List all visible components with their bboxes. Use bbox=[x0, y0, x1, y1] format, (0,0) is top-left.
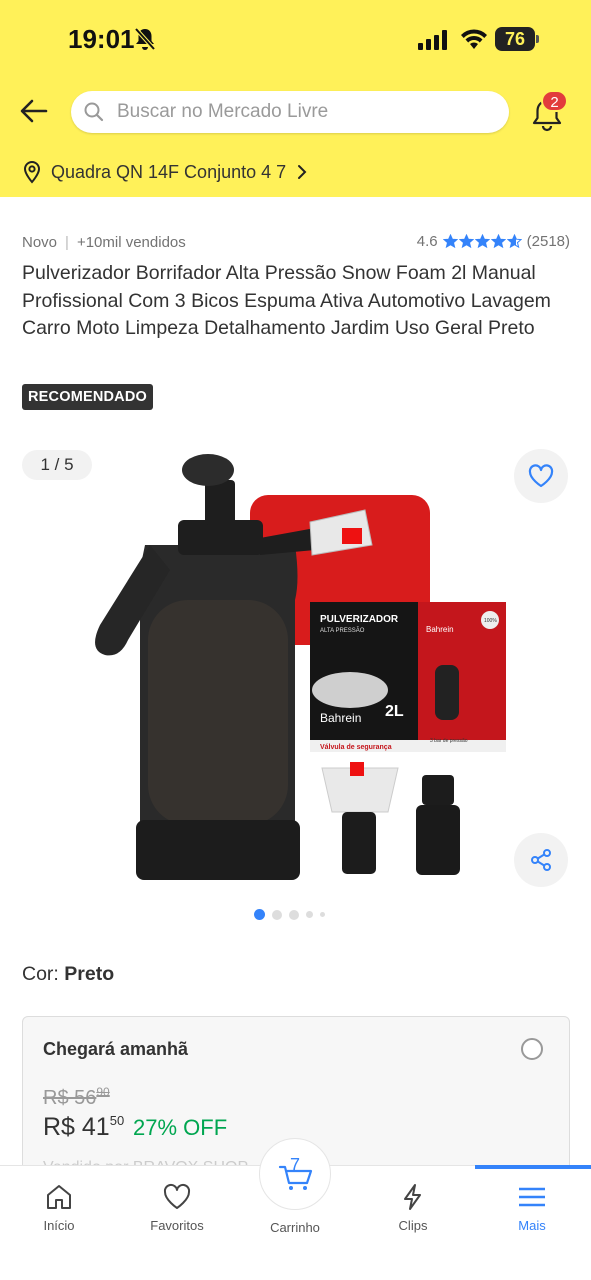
cart-button[interactable]: 7 bbox=[259, 1138, 331, 1210]
accessory-black-base bbox=[342, 812, 376, 874]
nav-mais[interactable]: Mais bbox=[482, 1182, 582, 1233]
star-icon bbox=[458, 234, 474, 249]
signal-icon bbox=[418, 30, 447, 50]
condition-sold: Novo | +10mil vendidos bbox=[22, 234, 186, 251]
carousel-dot[interactable] bbox=[306, 911, 313, 918]
bottle-base bbox=[136, 820, 300, 880]
condition-label: Novo bbox=[22, 234, 58, 251]
star-icon bbox=[474, 234, 490, 249]
accessory-nozzle-body bbox=[416, 805, 460, 875]
recommended-badge: RECOMENDADO bbox=[22, 384, 154, 410]
box-capacity: 2L bbox=[385, 703, 404, 720]
color-value: Preto bbox=[64, 963, 115, 985]
nav-carrinho[interactable]: Carrinho bbox=[245, 1214, 345, 1235]
back-arrow-icon[interactable] bbox=[18, 95, 50, 127]
box-title: PULVERIZADOR bbox=[320, 614, 399, 625]
nozzle-tip bbox=[342, 528, 362, 544]
box-pressure: 3 bar de pressão bbox=[430, 738, 468, 744]
product-title: Pulverizador Borrifador Alta Pressão Sno… bbox=[22, 262, 551, 339]
sold-count: +10mil vendidos bbox=[76, 234, 186, 251]
carousel-dot[interactable] bbox=[320, 912, 325, 917]
clips-icon bbox=[404, 1184, 421, 1210]
box-car bbox=[312, 672, 388, 708]
shipping-radio[interactable] bbox=[521, 1038, 543, 1060]
original-price: R$ 5690 bbox=[43, 1085, 110, 1110]
rating-stars bbox=[442, 234, 523, 249]
share-button[interactable] bbox=[514, 833, 568, 887]
share-icon bbox=[531, 849, 551, 871]
notification-badge: 2 bbox=[541, 90, 568, 112]
review-count: (2518) bbox=[526, 233, 570, 250]
cart-icon bbox=[278, 1165, 313, 1190]
product-image[interactable]: PULVERIZADOR ALTA PRESSÃO Bahrein 100% B… bbox=[80, 450, 510, 890]
nav-label-active: Mais bbox=[518, 1218, 546, 1233]
active-tab-indicator bbox=[475, 1165, 591, 1169]
star-icon bbox=[506, 234, 522, 249]
bottle-tint bbox=[148, 600, 288, 825]
color-selector: Cor: Preto bbox=[22, 963, 114, 986]
current-price: R$ 4150 bbox=[43, 1113, 124, 1142]
search-icon bbox=[84, 102, 104, 122]
nav-label: Favoritos bbox=[150, 1218, 204, 1233]
original-price-int: R$ 56 bbox=[43, 1087, 97, 1109]
accessory-red-tip bbox=[350, 762, 364, 776]
star-icon bbox=[442, 234, 458, 249]
favorite-button[interactable] bbox=[514, 449, 568, 503]
box-brand: Bahrein bbox=[320, 711, 361, 725]
search-input[interactable] bbox=[117, 91, 497, 133]
heart-icon bbox=[163, 1183, 191, 1209]
rating-summary[interactable]: 4.6 (2518) bbox=[417, 233, 570, 250]
heart-icon bbox=[528, 464, 554, 488]
pump-stem bbox=[205, 480, 235, 525]
menu-icon bbox=[519, 1187, 545, 1207]
status-time: 19:01 bbox=[68, 24, 135, 54]
header: 19:01 76 Buscar no Mercado Livre 2 Quadr… bbox=[0, 0, 591, 197]
wifi-icon bbox=[461, 29, 487, 49]
original-price-cents: 90 bbox=[96, 1085, 110, 1099]
search-bar[interactable] bbox=[71, 91, 509, 133]
address-selector[interactable]: Quadra QN 14F Conjunto 4 7 bbox=[22, 156, 309, 188]
carousel-dot[interactable] bbox=[272, 909, 282, 920]
bell-off-icon bbox=[134, 27, 156, 51]
box-subtitle: ALTA PRESSÃO bbox=[320, 627, 365, 634]
color-label: Cor: bbox=[22, 963, 59, 985]
current-price-cents: 50 bbox=[109, 1113, 125, 1128]
battery-indicator: 76 bbox=[495, 27, 539, 51]
carousel-dots bbox=[254, 909, 332, 920]
current-price-int: R$ 41 bbox=[43, 1113, 110, 1141]
location-pin-icon bbox=[23, 160, 41, 184]
address-text: Quadra QN 14F Conjunto 4 7 bbox=[51, 161, 287, 182]
delivery-title: Chegará amanhã bbox=[43, 1039, 189, 1059]
star-icon bbox=[490, 234, 506, 249]
meta-divider: | bbox=[65, 234, 69, 251]
battery-cap bbox=[536, 35, 539, 43]
pump-knob bbox=[182, 454, 234, 486]
nav-label: Início bbox=[43, 1218, 75, 1233]
battery-level: 76 bbox=[495, 27, 535, 51]
status-bar: 19:01 76 bbox=[0, 0, 591, 80]
box-bottle bbox=[435, 665, 459, 720]
box-seal-text: 100% bbox=[484, 618, 497, 624]
carousel-dot[interactable] bbox=[289, 909, 299, 920]
rating-value: 4.6 bbox=[416, 233, 438, 250]
pump-cap bbox=[178, 520, 263, 555]
product-page: 19:01 76 Buscar no Mercado Livre 2 Quadr… bbox=[0, 0, 591, 1280]
accessory-nozzle-top bbox=[422, 775, 454, 805]
carousel-dot-active[interactable] bbox=[254, 909, 265, 920]
nav-label: Clips bbox=[398, 1218, 428, 1233]
nav-label: Carrinho bbox=[270, 1220, 320, 1235]
nav-inicio[interactable]: Início bbox=[9, 1182, 109, 1233]
nav-favoritos[interactable]: Favoritos bbox=[127, 1182, 227, 1233]
cart-bubble-inner: 7 bbox=[266, 1145, 324, 1203]
chevron-right-icon bbox=[298, 165, 307, 179]
home-icon bbox=[47, 1185, 71, 1209]
nav-clips[interactable]: Clips bbox=[363, 1182, 463, 1233]
box-safety: Válvula de segurança bbox=[320, 744, 392, 751]
discount-label: 27% OFF bbox=[133, 1115, 228, 1140]
product-meta: Novo | +10mil vendidos 4.6 (2518) bbox=[22, 232, 570, 254]
box-brand-top: Bahrein bbox=[426, 625, 454, 634]
